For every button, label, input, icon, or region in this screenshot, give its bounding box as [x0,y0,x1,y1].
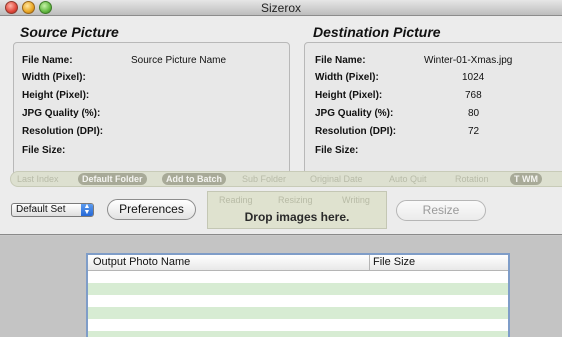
source-file-name-value: Source Picture Name [131,55,227,66]
source-file-name-label: File Name: [22,55,73,66]
column-file-size[interactable]: File Size [373,256,415,268]
column-output-photo-name[interactable]: Output Photo Name [93,256,190,268]
output-table-header: Output Photo Name File Size [88,255,508,271]
main-window: Source Picture File Name: Source Picture… [0,16,562,235]
column-divider [369,255,370,271]
dest-jpg-quality-label: JPG Quality (%): [315,108,394,119]
option-auto-quit[interactable]: Auto Quit [389,173,427,185]
dest-file-name-label: File Name: [315,55,366,66]
option-add-to-batch[interactable]: Add to Batch [162,173,226,185]
option-last-index[interactable]: Last Index [17,173,59,185]
source-picture-title: Source Picture [20,24,119,40]
title-bar: Sizerox [0,0,562,16]
status-writing: Writing [342,195,370,205]
table-row[interactable] [88,319,508,331]
preset-select-value: Default Set [16,204,66,215]
dest-file-name-value: Winter-01-Xmas.jpg [424,55,513,66]
window-title: Sizerox [260,1,301,15]
option-original-date[interactable]: Original Date [310,173,363,185]
option-default-folder[interactable]: Default Folder [78,173,147,185]
dest-height-label: Height (Pixel): [315,90,383,101]
destination-picture-title: Destination Picture [313,24,441,40]
select-arrows-icon: ▲ ▼ [81,203,93,216]
preferences-button[interactable]: Preferences [107,199,196,220]
status-resizing: Resizing [278,195,313,205]
drop-zone-text: Drop images here. [244,210,350,224]
preset-select[interactable]: Default Set ▲ ▼ [11,203,94,217]
dest-file-size-label: File Size: [315,145,359,156]
option-rotation[interactable]: Rotation [455,173,489,185]
table-row[interactable] [88,295,508,307]
dest-resolution-value: 72 [468,126,480,137]
output-area: Output Photo Name File Size [0,236,562,337]
source-jpg-quality-label: JPG Quality (%): [22,108,101,119]
source-file-size-label: File Size: [22,145,66,156]
output-table[interactable]: Output Photo Name File Size [86,253,510,337]
option-sub-folder[interactable]: Sub Folder [242,173,286,185]
dest-width-label: Width (Pixel): [315,72,379,83]
dest-width-value: 1024 [462,72,485,83]
dest-height-value: 768 [465,90,482,101]
dest-jpg-quality-value: 80 [468,108,480,119]
resize-button[interactable]: Resize [396,200,486,221]
option-t-wm[interactable]: T WM [510,173,542,185]
table-row[interactable] [88,283,508,295]
dest-resolution-label: Resolution (DPI): [315,126,397,137]
status-reading: Reading [219,195,253,205]
source-resolution-label: Resolution (DPI): [22,126,104,137]
table-row[interactable] [88,271,508,283]
source-height-label: Height (Pixel): [22,90,90,101]
table-row[interactable] [88,307,508,319]
drop-zone[interactable]: Reading Resizing Writing Drop images her… [207,191,387,229]
source-width-label: Width (Pixel): [22,72,86,83]
table-row[interactable] [88,331,508,337]
